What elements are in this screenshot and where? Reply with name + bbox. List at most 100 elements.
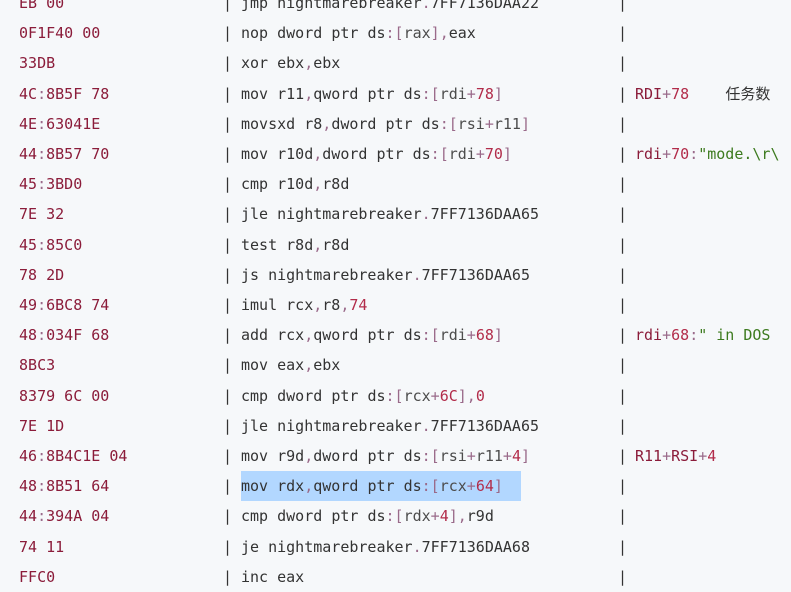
column-separator: | — [223, 145, 233, 163]
instruction: cmp dword ptr ds:[rcx+6C],0 — [241, 386, 485, 405]
comment: rdi+68:" in DOS — [635, 326, 771, 345]
column-separator: | — [618, 386, 628, 405]
disassembly-code-block: EB 00 | jmp nightmarebreaker.7FF7136DAA22 |… — [0, 0, 791, 587]
column-separator: | — [618, 567, 628, 586]
column-separator: | — [618, 265, 628, 284]
code-row: 74 11 | je nightmarebreaker.7FF7136DAA68 | — [0, 532, 791, 562]
instruction: xor ebx,ebx — [241, 54, 341, 73]
column-separator: | — [223, 386, 233, 405]
code-row: 7E 32 | jle nightmarebreaker.7FF7136DAA65 | — [0, 199, 791, 229]
instruction: mov r9d,dword ptr ds:[rsi+r11+4] — [241, 447, 530, 465]
column-separator: | — [223, 0, 233, 12]
column-separator: | — [618, 477, 628, 496]
opcode-bytes: 4C:8B5F 78 — [19, 84, 110, 103]
instruction: je nightmarebreaker.7FF7136DAA68 — [241, 537, 530, 556]
instruction: jle nightmarebreaker.7FF7136DAA65 — [241, 416, 540, 435]
column-separator: | — [223, 477, 233, 496]
code-row: 8BC3 | mov eax,ebx | — [0, 350, 791, 380]
code-row: 78 2D | js nightmarebreaker.7FF7136DAA65 | — [0, 260, 791, 290]
instruction: cmp dword ptr ds:[rdx+4],r9d — [241, 507, 494, 526]
code-row: 33DB | xor ebx,ebx | — [0, 48, 791, 78]
comment: RDI+78 任务数 — [635, 84, 771, 103]
column-separator: | — [223, 537, 233, 556]
column-separator: | — [223, 296, 233, 314]
opcode-bytes: 8BC3 — [19, 356, 56, 375]
column-separator: | — [223, 54, 233, 73]
opcode-bytes: EB 00 — [19, 0, 65, 12]
code-row: 44:394A 04 | cmp dword ptr ds:[rdx+4],r9d | — [0, 501, 791, 531]
column-separator: | — [223, 114, 233, 133]
selected-instruction: mov rdx,qword ptr ds:[rcx+64] — [241, 471, 521, 502]
column-separator: | — [223, 175, 233, 194]
code-row: 45:3BD0 | cmp r10d,r8d | — [0, 169, 791, 199]
instruction: js nightmarebreaker.7FF7136DAA65 — [241, 265, 530, 284]
instruction: add rcx,qword ptr ds:[rdi+68] — [241, 326, 503, 345]
opcode-bytes: 7E 32 — [19, 205, 65, 224]
column-separator: | — [223, 356, 233, 375]
column-separator: | — [223, 84, 233, 103]
comment: rdi+70:"mode.\r\ — [635, 145, 780, 163]
opcode-bytes: 78 2D — [19, 265, 65, 284]
instruction: jmp nightmarebreaker.7FF7136DAA22 — [241, 0, 540, 12]
instruction: imul rcx,r8,74 — [241, 296, 368, 314]
instruction: jle nightmarebreaker.7FF7136DAA65 — [241, 205, 540, 224]
code-row: 4E:63041E | movsxd r8,dword ptr ds:[rsi+r1… — [0, 109, 791, 139]
column-separator: | — [223, 205, 233, 224]
opcode-bytes: 48:8B51 64 — [19, 477, 110, 496]
opcode-bytes: 44:394A 04 — [19, 507, 110, 526]
code-row: 7E 1D | jle nightmarebreaker.7FF7136DAA65 | — [0, 411, 791, 441]
column-separator: | — [618, 416, 628, 435]
comment: R11+RSI+4 — [635, 447, 717, 465]
opcode-bytes: 48:034F 68 — [19, 326, 110, 345]
opcode-bytes: 4E:63041E — [19, 114, 101, 133]
code-row: 48:034F 68 | add rcx,qword ptr ds:[rdi+68]… — [0, 320, 791, 350]
opcode-bytes: 7E 1D — [19, 416, 65, 435]
code-row: 49:6BC8 74 | imul rcx,r8,74 | — [0, 290, 791, 320]
opcode-bytes: FFC0 — [19, 567, 56, 586]
column-separator: | — [223, 507, 233, 526]
instruction: mov r10d,dword ptr ds:[rdi+70] — [241, 145, 512, 163]
column-separator: | — [618, 54, 628, 73]
column-separator: | — [223, 416, 233, 435]
code-row: 44:8B57 70 | mov r10d,dword ptr ds:[rdi+70… — [0, 139, 791, 169]
column-separator: | — [618, 24, 628, 43]
opcode-bytes: 8379 6C 00 — [19, 386, 110, 405]
opcode-bytes: 0F1F40 00 — [19, 24, 101, 43]
column-separator: | — [223, 567, 233, 586]
code-row: 0F1F40 00 | nop dword ptr ds:[rax],eax | — [0, 18, 791, 48]
column-separator: | — [618, 114, 628, 133]
opcode-bytes: 49:6BC8 74 — [19, 296, 110, 314]
column-separator: | — [618, 296, 628, 314]
instruction: inc eax — [241, 567, 305, 586]
column-separator: | — [618, 356, 628, 375]
column-separator: | — [223, 265, 233, 284]
instruction: cmp r10d,r8d — [241, 175, 350, 194]
column-separator: | — [618, 507, 628, 526]
code-row: 45:85C0 | test r8d,r8d | — [0, 230, 791, 260]
column-separator: | — [223, 447, 233, 465]
code-row: EB 00 | jmp nightmarebreaker.7FF7136DAA22 | — [0, 0, 791, 18]
opcode-bytes: 74 11 — [19, 537, 65, 556]
opcode-bytes: 45:3BD0 — [19, 175, 83, 194]
column-separator: | — [618, 235, 628, 254]
column-separator: | — [223, 326, 233, 345]
opcode-bytes: 46:8B4C1E 04 — [19, 447, 128, 465]
column-separator: | — [618, 537, 628, 556]
instruction: test r8d,r8d — [241, 235, 350, 254]
opcode-bytes: 44:8B57 70 — [19, 145, 110, 163]
column-separator: | — [618, 145, 628, 163]
instruction: movsxd r8,dword ptr ds:[rsi+r11] — [241, 114, 530, 133]
column-separator: | — [618, 447, 628, 465]
instruction: nop dword ptr ds:[rax],eax — [241, 24, 476, 43]
instruction: mov eax,ebx — [241, 356, 341, 375]
opcode-bytes: 45:85C0 — [19, 235, 83, 254]
column-separator: | — [618, 175, 628, 194]
opcode-bytes: 33DB — [19, 54, 56, 73]
column-separator: | — [223, 24, 233, 43]
column-separator: | — [618, 205, 628, 224]
code-row: 48:8B51 64 | mov rdx,qword ptr ds:[rcx+64]… — [0, 471, 791, 502]
code-row: 46:8B4C1E 04 | mov r9d,dword ptr ds:[rsi+r… — [0, 441, 791, 471]
code-row: FFC0 | inc eax | — [0, 562, 791, 592]
column-separator: | — [618, 326, 628, 345]
code-row: 4C:8B5F 78 | mov r11,qword ptr ds:[rdi+78]… — [0, 79, 791, 109]
